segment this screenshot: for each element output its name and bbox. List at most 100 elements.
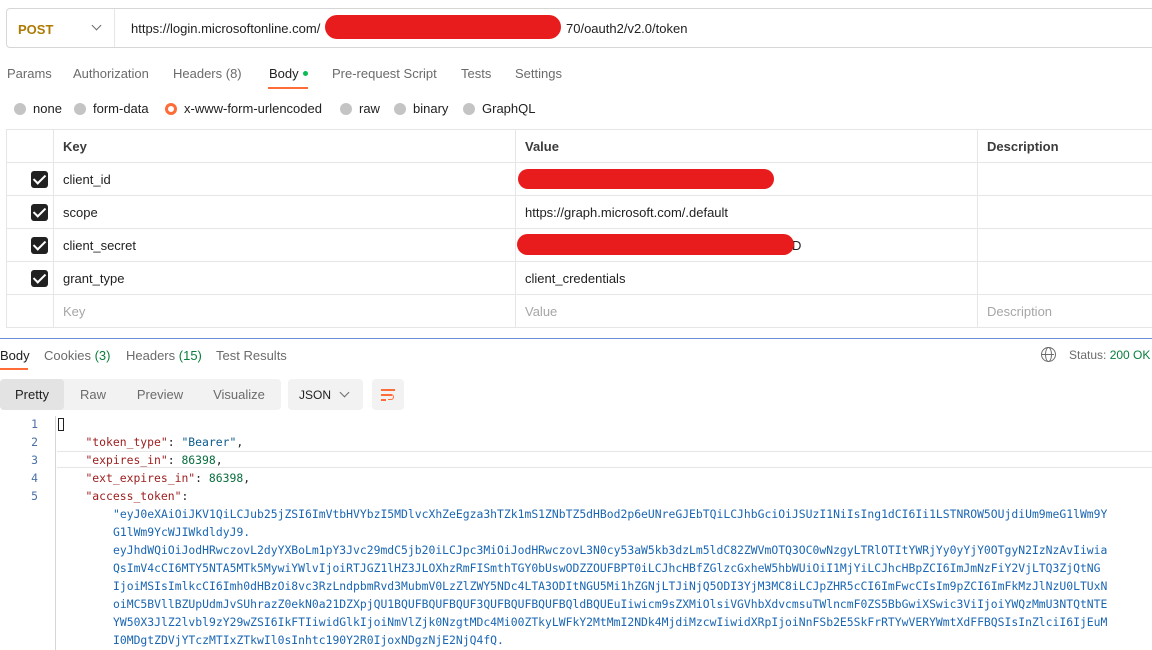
tab-body[interactable]: Body [269,66,308,81]
row-checkbox[interactable] [31,237,48,254]
key-cell[interactable]: grant_type [53,262,515,294]
globe-icon[interactable] [1041,347,1056,362]
response-tab-cookies[interactable]: Cookies (3) [44,348,110,363]
radio-circle-icon [74,102,86,115]
table-row: grant_type client_credentials [6,262,1152,295]
response-status[interactable]: Status: 200 OK [1069,348,1150,362]
table-row: client_secret D [6,229,1152,262]
param-key: grant_type [63,271,125,286]
value-cell[interactable]: https://graph.microsoft.com/.default [515,196,978,228]
radio-urlencoded[interactable]: x-www-form-urlencoded [165,101,322,116]
line-number: 3 [31,453,38,467]
radio-form-data[interactable]: form-data [74,101,149,116]
tab-prerequest-script[interactable]: Pre-request Script [332,66,437,81]
description-cell[interactable] [977,196,1152,228]
token-line: IjoiMSIsImlkcCI6Imh0dHBzOi8vc3RzLndpbmRv… [113,579,1108,593]
method-select[interactable]: POST [7,9,115,47]
format-select[interactable]: JSON [288,379,363,410]
radio-circle-icon [340,102,352,115]
tab-params[interactable]: Params [7,66,52,81]
radio-circle-icon [463,102,475,115]
url-bar: POST https://login.microsoftonline.com/ … [6,8,1152,48]
token-line: QsImV4cCI6MTY5NTA5MTk5MywiYWlvIjoiRTJGZ1… [113,561,1101,575]
header-cell-value: Value [515,130,978,162]
description-cell[interactable] [977,163,1152,195]
column-header-value: Value [525,139,559,154]
tab-authorization[interactable]: Authorization [73,66,149,81]
tab-tests[interactable]: Tests [461,66,491,81]
radio-none[interactable]: none [14,101,62,116]
tab-body-label: Body [269,66,299,81]
response-tab-test-results[interactable]: Test Results [216,348,287,363]
url-input[interactable]: https://login.microsoftonline.com/ [131,21,320,36]
row-checkbox[interactable] [31,270,48,287]
description-input[interactable]: Description [977,295,1152,327]
view-visualize-button[interactable]: Visualize [200,379,278,410]
key-cell[interactable]: client_secret [53,229,515,261]
response-tab-body[interactable]: Body [0,348,30,363]
tab-headers[interactable]: Headers (8) [173,66,242,81]
cookies-count: (3) [94,348,111,363]
checkbox-cell [6,163,53,195]
radio-label: form-data [93,101,149,116]
row-checkbox[interactable] [31,204,48,221]
view-preview-button[interactable]: Preview [124,379,196,410]
value-input[interactable]: Value [515,295,978,327]
radio-label: GraphQL [482,101,536,116]
checkbox-cell [6,196,53,228]
radio-graphql[interactable]: GraphQL [463,101,535,116]
json-key: "expires_in" [85,453,168,467]
radio-raw[interactable]: raw [340,101,380,116]
radio-label: none [33,101,62,116]
key-cell[interactable]: client_id [53,163,515,195]
checkbox-cell [6,295,53,327]
format-label: JSON [299,388,332,402]
url-input-suffix[interactable]: 70/oauth2/v2.0/token [566,21,687,36]
key-cell[interactable]: scope [53,196,515,228]
description-cell[interactable] [977,229,1152,261]
radio-circle-icon [394,102,406,115]
radio-label: binary [413,101,449,116]
headers-count: (15) [178,348,202,363]
value-cell[interactable]: client_credentials [515,262,978,294]
header-cell-description: Description [977,130,1152,162]
chevron-down-icon [91,20,102,31]
radio-binary[interactable]: binary [394,101,448,116]
wrap-lines-icon-part [381,399,386,401]
description-cell[interactable] [977,262,1152,294]
view-pretty-button[interactable]: Pretty [0,379,64,410]
table-row-placeholder: Key Value Description [6,295,1152,328]
checkbox-cell [6,229,53,261]
pane-divider[interactable] [0,338,1152,339]
json-number: 86398 [181,453,216,467]
param-key: client_id [63,172,111,187]
chevron-down-icon [339,387,350,398]
token-line: "eyJ0eXAiOiJKV1QiLCJub25jZSI6ImVtbHVYbzI… [113,507,1108,521]
redaction-mark [517,234,794,255]
line-number: 1 [31,417,38,431]
value-cell[interactable] [515,163,978,195]
row-checkbox[interactable] [31,171,48,188]
wrap-lines-icon [381,389,395,391]
wrap-lines-button[interactable] [372,379,404,410]
code-line: "ext_expires_in": 86398, [85,471,251,485]
value-cell[interactable]: D [515,229,978,261]
token-line: YW50X3JlZ2lvbl9zY29wZSI6IkFTIiwidGlkIjoi… [113,615,1108,629]
key-input[interactable]: Key [53,295,515,327]
param-key: client_secret [63,238,136,253]
header-cell-key: Key [53,130,515,162]
param-value: https://graph.microsoft.com/.default [525,205,729,220]
radio-selected-icon [165,102,177,115]
key-placeholder: Key [63,304,86,319]
header-cell-checkbox [6,130,53,162]
response-tab-label: Cookies [44,348,91,363]
wrap-lines-icon-part [388,394,394,400]
tab-settings[interactable]: Settings [515,66,562,81]
method-label: POST [18,22,54,37]
value-placeholder: Value [525,304,558,319]
token-line: G1lWm9YcWJIWkdldyJ9. [113,525,251,539]
response-tab-headers[interactable]: Headers (15) [126,348,202,363]
json-key: "token_type" [85,435,168,449]
view-raw-button[interactable]: Raw [66,379,120,410]
line-number: 4 [31,471,38,485]
